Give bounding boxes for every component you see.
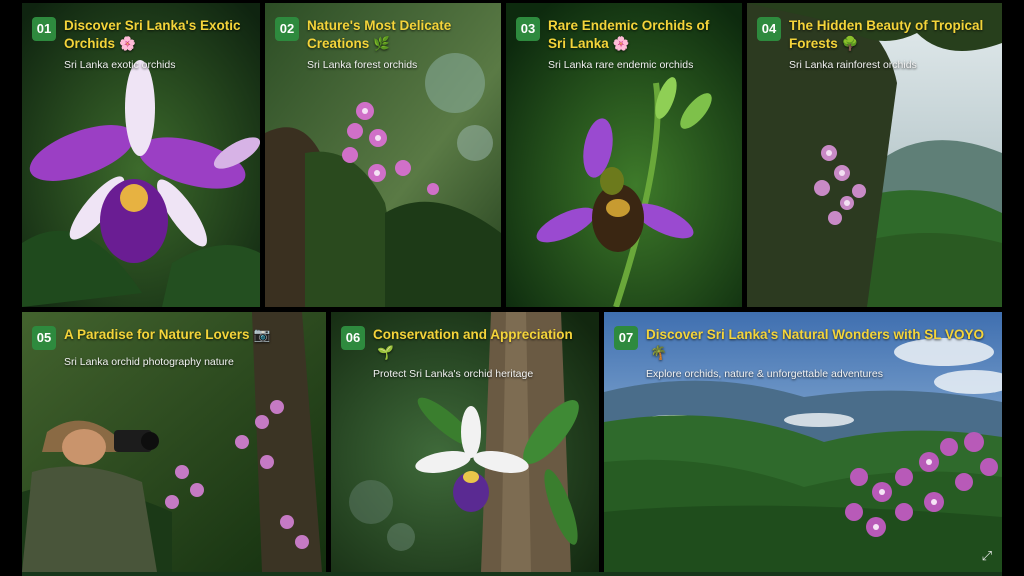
- panel-number-badge: 06: [341, 326, 365, 350]
- panel-subtitle: Sri Lanka rainforest orchids: [789, 59, 917, 71]
- panel-6[interactable]: 06 Conservation and Appreciation 🌱 Protect…: [331, 312, 599, 572]
- seedling-emoji-icon: 🌱: [377, 345, 394, 361]
- panel-5[interactable]: 05 A Paradise for Nature Lovers 📷 Sri Lank…: [22, 312, 326, 572]
- panel-title: Discover Sri Lanka's Natural Wonders wit…: [646, 326, 986, 362]
- panel-title-text: The Hidden Beauty of Tropical Forests: [789, 18, 984, 51]
- panel-subtitle: Protect Sri Lanka's orchid heritage: [373, 368, 534, 380]
- expand-arrows-icon[interactable]: ⤢: [982, 549, 992, 564]
- panel-title: Rare Endemic Orchids of Sri Lanka 🌸: [548, 17, 726, 53]
- panel-subtitle: Sri Lanka rare endemic orchids: [548, 59, 694, 71]
- panel-title-text: A Paradise for Nature Lovers: [64, 327, 250, 342]
- panel-title: Nature's Most Delicate Creations 🌿: [307, 17, 485, 53]
- panel-number-badge: 04: [757, 17, 781, 41]
- flower-emoji-icon: 🌸: [612, 36, 630, 52]
- panel-number-badge: 05: [32, 326, 56, 350]
- panel-title-text: Discover Sri Lanka's Exotic Orchids: [64, 18, 241, 51]
- flower-emoji-icon: 🌸: [119, 36, 136, 52]
- panel-7[interactable]: 07 Discover Sri Lanka's Natural Wonders w…: [604, 312, 1002, 572]
- panel-subtitle: Explore orchids, nature & unforgettable …: [646, 368, 883, 380]
- panel-title-text: Conservation and Appreciation: [373, 327, 573, 342]
- panel-number-badge: 02: [275, 17, 299, 41]
- tree-emoji-icon: 🌳: [841, 36, 859, 52]
- panel-title: The Hidden Beauty of Tropical Forests 🌳: [789, 17, 986, 53]
- panel-4[interactable]: 04 The Hidden Beauty of Tropical Forests 🌳…: [747, 3, 1002, 307]
- bottom-bar: [22, 572, 1002, 576]
- panel-subtitle: Sri Lanka exotic orchids: [64, 59, 176, 71]
- leaf-emoji-icon: 🌿: [373, 36, 391, 52]
- panel-1[interactable]: 01 Discover Sri Lanka's Exotic Orchids 🌸 S…: [22, 3, 260, 307]
- panel-title: Conservation and Appreciation 🌱: [373, 326, 583, 362]
- panel-number-badge: 01: [32, 17, 56, 41]
- panel-number-badge: 03: [516, 17, 540, 41]
- panel-subtitle: Sri Lanka orchid photography nature: [64, 356, 234, 368]
- panel-2[interactable]: 02 Nature's Most Delicate Creations 🌿 Sri …: [265, 3, 501, 307]
- panel-number-badge: 07: [614, 326, 638, 350]
- panel-3[interactable]: 03 Rare Endemic Orchids of Sri Lanka 🌸 Sri…: [506, 3, 742, 307]
- camera-emoji-icon: 📷: [253, 327, 271, 343]
- panel-title: Discover Sri Lanka's Exotic Orchids 🌸: [64, 17, 244, 53]
- panel-title: A Paradise for Nature Lovers 📷: [64, 326, 270, 344]
- collage: 01 Discover Sri Lanka's Exotic Orchids 🌸 S…: [0, 0, 1024, 576]
- panel-subtitle: Sri Lanka forest orchids: [307, 59, 418, 71]
- palm-tree-emoji-icon: 🌴: [650, 345, 667, 361]
- panel-title-text: Discover Sri Lanka's Natural Wonders wit…: [646, 327, 985, 342]
